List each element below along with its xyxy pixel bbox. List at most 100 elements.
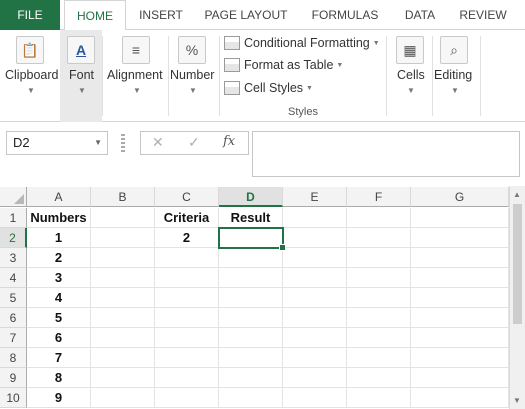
cell-e6[interactable] — [283, 308, 347, 328]
cell-b7[interactable] — [91, 328, 155, 348]
cell-e10[interactable] — [283, 388, 347, 408]
row-header-2[interactable]: 2 — [0, 228, 27, 248]
tab-page-layout[interactable]: PAGE LAYOUT — [198, 0, 294, 30]
cell-e5[interactable] — [283, 288, 347, 308]
cell-c9[interactable] — [155, 368, 219, 388]
cell-e1[interactable] — [283, 208, 347, 228]
cell-b8[interactable] — [91, 348, 155, 368]
cell-c3[interactable] — [155, 248, 219, 268]
cell-a5[interactable]: 4 — [27, 288, 91, 308]
cell-g3[interactable] — [411, 248, 509, 268]
tab-home[interactable]: HOME — [64, 0, 126, 31]
cell-a4[interactable]: 3 — [27, 268, 91, 288]
conditional-formatting-button[interactable]: Conditional Formatting ▼ — [224, 33, 380, 53]
column-header-a[interactable]: A — [27, 187, 91, 207]
cell-d7[interactable] — [219, 328, 283, 348]
tab-insert[interactable]: INSERT — [130, 0, 192, 30]
cell-g2[interactable] — [411, 228, 509, 248]
enter-icon[interactable]: ✓ — [188, 134, 200, 151]
cell-f2[interactable] — [347, 228, 411, 248]
column-header-f[interactable]: F — [347, 187, 411, 207]
cell-a7[interactable]: 6 — [27, 328, 91, 348]
cell-g10[interactable] — [411, 388, 509, 408]
cell-a6[interactable]: 5 — [27, 308, 91, 328]
scroll-down-icon[interactable]: ▼ — [513, 396, 521, 405]
cell-a9[interactable]: 8 — [27, 368, 91, 388]
alignment-group[interactable]: ≡ Alignment ▼ — [104, 30, 168, 122]
cell-b9[interactable] — [91, 368, 155, 388]
cell-g5[interactable] — [411, 288, 509, 308]
row-header-10[interactable]: 10 — [0, 388, 27, 408]
cell-b3[interactable] — [91, 248, 155, 268]
cell-c4[interactable] — [155, 268, 219, 288]
cell-g8[interactable] — [411, 348, 509, 368]
cell-g6[interactable] — [411, 308, 509, 328]
cell-f5[interactable] — [347, 288, 411, 308]
cell-d4[interactable] — [219, 268, 283, 288]
cell-f3[interactable] — [347, 248, 411, 268]
cell-g1[interactable] — [411, 208, 509, 228]
scroll-up-icon[interactable]: ▲ — [513, 190, 521, 199]
cell-e2[interactable] — [283, 228, 347, 248]
tab-review[interactable]: REVIEW — [452, 0, 514, 30]
column-header-g[interactable]: G — [411, 187, 509, 207]
cell-b6[interactable] — [91, 308, 155, 328]
cell-f9[interactable] — [347, 368, 411, 388]
tab-formulas[interactable]: FORMULAS — [302, 0, 388, 30]
cell-d9[interactable] — [219, 368, 283, 388]
row-header-5[interactable]: 5 — [0, 288, 27, 308]
row-header-9[interactable]: 9 — [0, 368, 27, 388]
cell-d5[interactable] — [219, 288, 283, 308]
cell-a1[interactable]: Numbers — [27, 208, 91, 228]
column-header-d[interactable]: D — [219, 187, 283, 207]
column-header-e[interactable]: E — [283, 187, 347, 207]
cell-e9[interactable] — [283, 368, 347, 388]
cell-b4[interactable] — [91, 268, 155, 288]
cells-group[interactable]: ▦ Cells ▼ — [388, 30, 432, 122]
cell-c6[interactable] — [155, 308, 219, 328]
cell-a8[interactable]: 7 — [27, 348, 91, 368]
cell-d8[interactable] — [219, 348, 283, 368]
row-header-8[interactable]: 8 — [0, 348, 27, 368]
cell-b2[interactable] — [91, 228, 155, 248]
cell-a3[interactable]: 2 — [27, 248, 91, 268]
cell-g9[interactable] — [411, 368, 509, 388]
cell-d1[interactable]: Result — [219, 208, 283, 228]
formula-input[interactable] — [252, 131, 520, 177]
name-box[interactable]: D2 ▼ — [6, 131, 108, 155]
format-as-table-button[interactable]: Format as Table ▼ — [224, 55, 343, 75]
cell-b5[interactable] — [91, 288, 155, 308]
tab-data[interactable]: DATA — [392, 0, 448, 30]
font-group[interactable]: A Font ▼ — [60, 30, 102, 122]
cell-b10[interactable] — [91, 388, 155, 408]
cell-d10[interactable] — [219, 388, 283, 408]
cell-c7[interactable] — [155, 328, 219, 348]
cell-a2[interactable]: 1 — [27, 228, 91, 248]
scroll-thumb[interactable] — [513, 204, 522, 324]
column-header-c[interactable]: C — [155, 187, 219, 207]
cell-styles-button[interactable]: Cell Styles ▼ — [224, 78, 313, 98]
cell-f10[interactable] — [347, 388, 411, 408]
cell-c5[interactable] — [155, 288, 219, 308]
cell-c8[interactable] — [155, 348, 219, 368]
cell-c1[interactable]: Criteria — [155, 208, 219, 228]
cell-b1[interactable] — [91, 208, 155, 228]
cell-g4[interactable] — [411, 268, 509, 288]
cell-e4[interactable] — [283, 268, 347, 288]
editing-group[interactable]: ⌕ Editing ▼ — [434, 30, 478, 122]
cell-c10[interactable] — [155, 388, 219, 408]
number-group[interactable]: % Number ▼ — [170, 30, 218, 122]
cell-f6[interactable] — [347, 308, 411, 328]
cell-g7[interactable] — [411, 328, 509, 348]
chevron-down-icon[interactable]: ▼ — [94, 132, 102, 154]
row-header-6[interactable]: 6 — [0, 308, 27, 328]
cell-e7[interactable] — [283, 328, 347, 348]
row-header-3[interactable]: 3 — [0, 248, 27, 268]
cell-e3[interactable] — [283, 248, 347, 268]
cell-f7[interactable] — [347, 328, 411, 348]
column-header-b[interactable]: B — [91, 187, 155, 207]
row-header-1[interactable]: 1 — [0, 208, 27, 228]
formula-bar-grip[interactable] — [121, 134, 125, 152]
cell-f1[interactable] — [347, 208, 411, 228]
row-header-7[interactable]: 7 — [0, 328, 27, 348]
